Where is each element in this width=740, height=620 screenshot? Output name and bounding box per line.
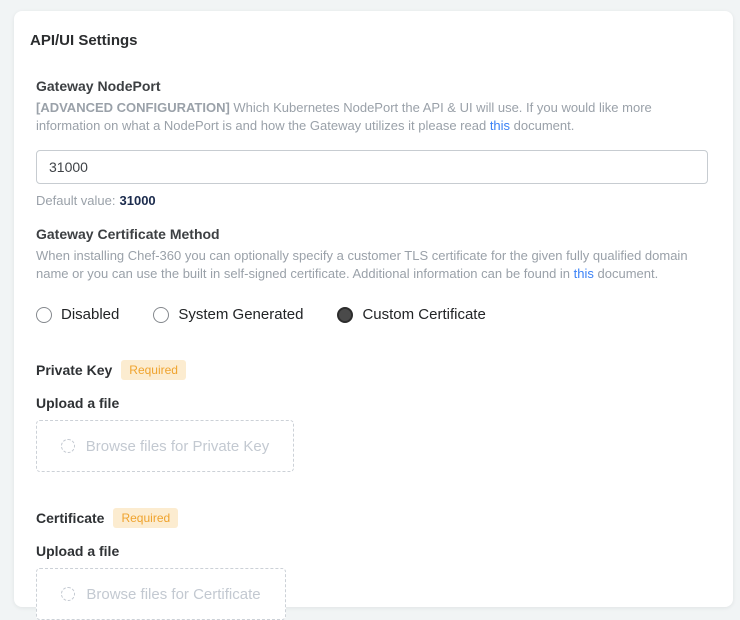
certificate-method-description: When installing Chef-360 you can optiona… [36,247,708,282]
certificate-method-label: Gateway Certificate Method [36,226,708,243]
private-key-section: Private Key Required Upload a file Brows… [36,360,708,472]
browse-button-label: Browse files for Private Key [86,438,269,455]
certificate-doc-link[interactable]: this [574,266,594,281]
browse-private-key-button[interactable]: Browse files for Private Key [36,420,294,472]
radio-button-icon[interactable] [36,307,52,323]
default-value-row: Default value: 31000 [36,193,708,208]
browse-certificate-button[interactable]: Browse files for Certificate [36,568,286,620]
radio-option-label: Disabled [61,306,119,324]
default-value-label: Default value: [36,193,116,208]
description-text: document. [594,266,658,281]
default-value: 31000 [120,193,156,208]
upload-a-file-label: Upload a file [36,543,708,559]
nodeport-doc-link[interactable]: this [490,118,510,133]
radio-option-disabled[interactable]: Disabled [36,306,119,324]
radio-button-icon[interactable] [153,307,169,323]
required-badge: Required [113,508,178,528]
description-text: document. [510,118,574,133]
certificate-method-section: Gateway Certificate Method When installi… [36,226,708,324]
private-key-label-row: Private Key Required [36,360,708,380]
upload-placeholder-icon [61,587,75,601]
gateway-nodeport-label: Gateway NodePort [36,78,708,95]
certificate-label: Certificate [36,510,104,526]
radio-option-label: System Generated [178,306,303,324]
upload-a-file-label: Upload a file [36,395,708,411]
certificate-section: Certificate Required Upload a file Brows… [36,508,708,620]
gateway-nodeport-section: Gateway NodePort [ADVANCED CONFIGURATION… [36,78,708,208]
api-ui-settings-card: API/UI Settings Gateway NodePort [ADVANC… [14,11,733,607]
upload-placeholder-icon [61,439,75,453]
advanced-configuration-tag: [ADVANCED CONFIGURATION] [36,100,230,115]
radio-option-system-generated[interactable]: System Generated [153,306,303,324]
certificate-label-row: Certificate Required [36,508,708,528]
gateway-nodeport-input[interactable] [36,150,708,184]
radio-option-label: Custom Certificate [362,306,485,324]
radio-button-icon[interactable] [337,307,353,323]
radio-option-custom-certificate[interactable]: Custom Certificate [337,306,485,324]
page-title: API/UI Settings [30,32,717,50]
required-badge: Required [121,360,186,380]
browse-button-label: Browse files for Certificate [86,586,260,603]
gateway-nodeport-description: [ADVANCED CONFIGURATION] Which Kubernete… [36,99,708,134]
private-key-label: Private Key [36,362,112,378]
certificate-method-radio-group: Disabled System Generated Custom Certifi… [36,306,708,324]
